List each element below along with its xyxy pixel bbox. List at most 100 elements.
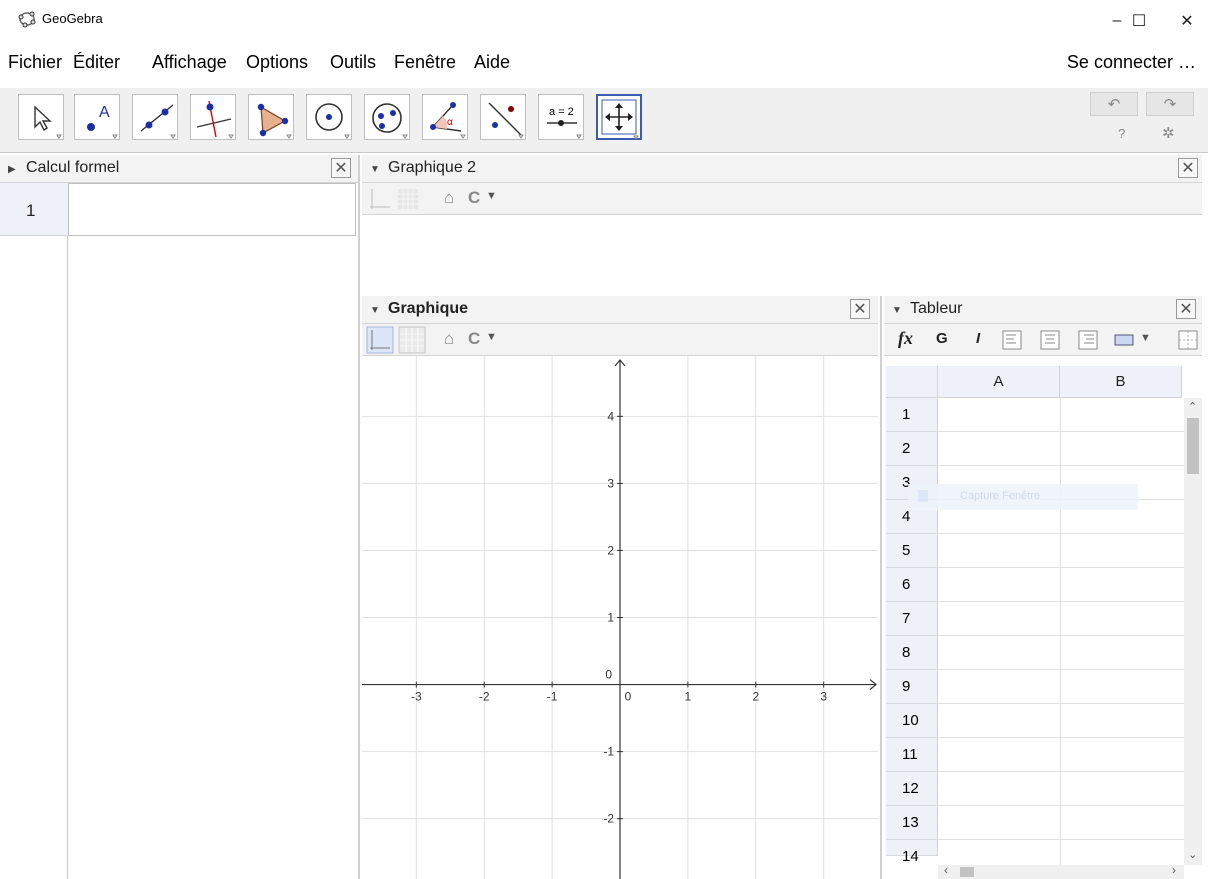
axes-toggle-icon[interactable] <box>366 326 394 354</box>
bold-button[interactable]: G <box>936 330 948 347</box>
expanded-triangle-icon[interactable]: ▼ <box>370 164 380 175</box>
hscrollbar-thumb[interactable] <box>960 867 974 877</box>
home-icon[interactable]: ⌂ <box>444 329 454 349</box>
vertical-scrollbar[interactable]: ⌃ ⌄ <box>1184 398 1202 865</box>
vertical-split[interactable] <box>358 155 360 879</box>
spreadsheet-close-button[interactable]: ✕ <box>1176 299 1196 319</box>
spreadsheet-row[interactable] <box>938 772 1184 806</box>
expanded-triangle-icon[interactable]: ▼ <box>370 305 380 316</box>
align-left-icon[interactable] <box>1002 330 1022 350</box>
tool-slider[interactable]: a = 2 <box>538 94 584 140</box>
column-divider <box>1060 398 1061 865</box>
graphics-close-button[interactable]: ✕ <box>850 299 870 319</box>
x-tick-label: 1 <box>685 690 692 704</box>
border-style-icon[interactable] <box>1178 330 1198 350</box>
row-header[interactable]: 9 <box>886 670 938 704</box>
horizontal-scrollbar[interactable]: ‹ › <box>938 863 1184 879</box>
grid-toggle-icon[interactable] <box>396 187 420 211</box>
x-tick-label: -3 <box>411 690 422 704</box>
close-window-button[interactable]: ✕ <box>1164 8 1208 34</box>
grid-toggle-icon[interactable] <box>398 326 426 354</box>
scroll-right-icon[interactable]: › <box>1172 863 1176 877</box>
scroll-left-icon[interactable]: ‹ <box>944 863 948 877</box>
expanded-triangle-icon[interactable]: ▼ <box>892 305 902 316</box>
tool-conic[interactable] <box>364 94 410 140</box>
undo-button[interactable]: ↶ <box>1090 92 1138 116</box>
help-icon[interactable]: ? <box>1118 126 1125 141</box>
menu-fichier[interactable]: Fichier <box>8 52 62 73</box>
row-header[interactable]: 6 <box>886 568 938 602</box>
graphics-canvas[interactable]: -3 -2 -1 0 1 2 3 4 3 2 1 -1 -2 0 <box>362 356 878 879</box>
corner-cell[interactable] <box>886 366 938 398</box>
column-header-b[interactable]: B <box>1060 366 1182 398</box>
cas-close-button[interactable]: ✕ <box>331 158 351 178</box>
row-header[interactable]: 12 <box>886 772 938 806</box>
tool-move-graphics[interactable] <box>596 94 642 140</box>
spreadsheet-row[interactable] <box>938 568 1184 602</box>
align-right-icon[interactable] <box>1078 330 1098 350</box>
chevron-down-icon[interactable]: ▼ <box>486 190 497 202</box>
chevron-down-icon[interactable]: ▼ <box>486 331 497 343</box>
home-icon[interactable]: ⌂ <box>444 188 454 208</box>
menu-editer[interactable]: Éditer <box>73 52 120 73</box>
tool-point[interactable]: A <box>74 94 120 140</box>
menu-options[interactable]: Options <box>246 52 308 73</box>
spreadsheet-row[interactable] <box>938 670 1184 704</box>
spreadsheet-row[interactable] <box>938 534 1184 568</box>
gear-icon[interactable]: ✲ <box>1162 124 1175 142</box>
chevron-down-icon[interactable]: ▼ <box>1140 332 1151 344</box>
geogebra-logo-icon <box>18 10 36 33</box>
menu-aide[interactable]: Aide <box>474 52 510 73</box>
point-capture-icon[interactable]: C <box>468 188 480 208</box>
tool-angle[interactable]: α <box>422 94 468 140</box>
signin-link[interactable]: Se connecter … <box>1067 52 1196 73</box>
row-header[interactable]: 5 <box>886 534 938 568</box>
graphics2-header: ▼ Graphique 2 ✕ <box>362 155 1202 183</box>
tool-perpendicular[interactable] <box>190 94 236 140</box>
tool-reflect[interactable] <box>480 94 526 140</box>
column-header-a[interactable]: A <box>938 366 1060 398</box>
point-capture-icon[interactable]: C <box>468 329 480 349</box>
spreadsheet-row[interactable] <box>938 636 1184 670</box>
graphics2-close-button[interactable]: ✕ <box>1178 158 1198 178</box>
menu-outils[interactable]: Outils <box>330 52 376 73</box>
tool-line[interactable] <box>132 94 178 140</box>
undo-icon: ↶ <box>1107 96 1121 113</box>
scrollbar-thumb[interactable] <box>1187 418 1199 474</box>
title-bar: GeoGebra – ☐ ✕ <box>0 0 1208 42</box>
spreadsheet-row[interactable] <box>938 738 1184 772</box>
cas-input-cell[interactable] <box>68 183 356 236</box>
row-header[interactable]: 8 <box>886 636 938 670</box>
align-center-icon[interactable] <box>1040 330 1060 350</box>
spreadsheet-row[interactable] <box>938 398 1184 432</box>
background-color-icon[interactable] <box>1114 334 1134 346</box>
tool-circle[interactable] <box>306 94 352 140</box>
axes-toggle-icon[interactable] <box>368 187 392 211</box>
italic-button[interactable]: I <box>976 330 980 347</box>
collapsed-triangle-icon[interactable]: ▶ <box>8 164 16 175</box>
tool-polygon[interactable] <box>248 94 294 140</box>
vertical-split-2[interactable] <box>880 296 882 879</box>
spreadsheet-row[interactable] <box>938 704 1184 738</box>
maximize-button[interactable]: ☐ <box>1116 8 1162 34</box>
menu-affichage[interactable]: Affichage <box>152 52 227 73</box>
row-header[interactable]: 1 <box>886 398 938 432</box>
spreadsheet-row[interactable] <box>938 806 1184 840</box>
line-through-points-icon <box>140 104 176 139</box>
angle-icon: α <box>430 102 466 139</box>
row-header[interactable]: 7 <box>886 602 938 636</box>
scroll-up-icon[interactable]: ⌃ <box>1188 400 1197 413</box>
row-header[interactable]: 2 <box>886 432 938 466</box>
tool-move[interactable] <box>18 94 64 140</box>
spreadsheet-row[interactable] <box>938 602 1184 636</box>
row-header[interactable]: 11 <box>886 738 938 772</box>
menu-fenetre[interactable]: Fenêtre <box>394 52 456 73</box>
close-icon: ✕ <box>1180 13 1194 30</box>
scroll-down-icon[interactable]: ⌄ <box>1188 848 1197 861</box>
row-header[interactable]: 13 <box>886 806 938 840</box>
redo-button[interactable]: ↷ <box>1146 92 1194 116</box>
fx-button[interactable]: fx <box>898 328 913 349</box>
row-header[interactable]: 10 <box>886 704 938 738</box>
spreadsheet-row[interactable] <box>938 432 1184 466</box>
row-header[interactable]: 14 <box>886 840 938 865</box>
